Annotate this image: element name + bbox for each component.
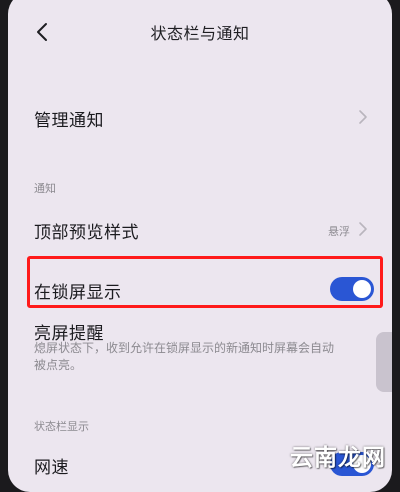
- section-header-status-bar-display: 状态栏显示: [34, 420, 89, 433]
- row-label: 顶部预览样式: [34, 223, 139, 243]
- row-manage-notifications[interactable]: 管理通知: [8, 97, 392, 137]
- header: 状态栏与通知: [8, 12, 392, 52]
- phone-screen: 状态栏与通知 管理通知 通知 顶部预览样式 悬浮 在锁屏显示 亮屏提醒 熄屏状态…: [8, 0, 392, 492]
- row-top-preview-style[interactable]: 顶部预览样式 悬浮: [8, 209, 392, 249]
- page-title: 状态栏与通知: [150, 24, 250, 43]
- row-label: 网速: [34, 458, 69, 478]
- screen-wake-reminder-description: 熄屏状态下，收到允许在锁屏显示的新通知时屏幕会自动被点亮。: [34, 341, 335, 372]
- watermark-logo: 云南龙网: [290, 445, 386, 471]
- highlight-annotation: [27, 256, 383, 308]
- section-header-notifications: 通知: [34, 182, 56, 195]
- chevron-right-icon: [359, 110, 367, 124]
- row-label: 管理通知: [34, 111, 104, 131]
- side-scroll-handle[interactable]: [376, 332, 392, 392]
- row-value: 悬浮: [328, 225, 350, 238]
- chevron-right-icon: [359, 222, 367, 236]
